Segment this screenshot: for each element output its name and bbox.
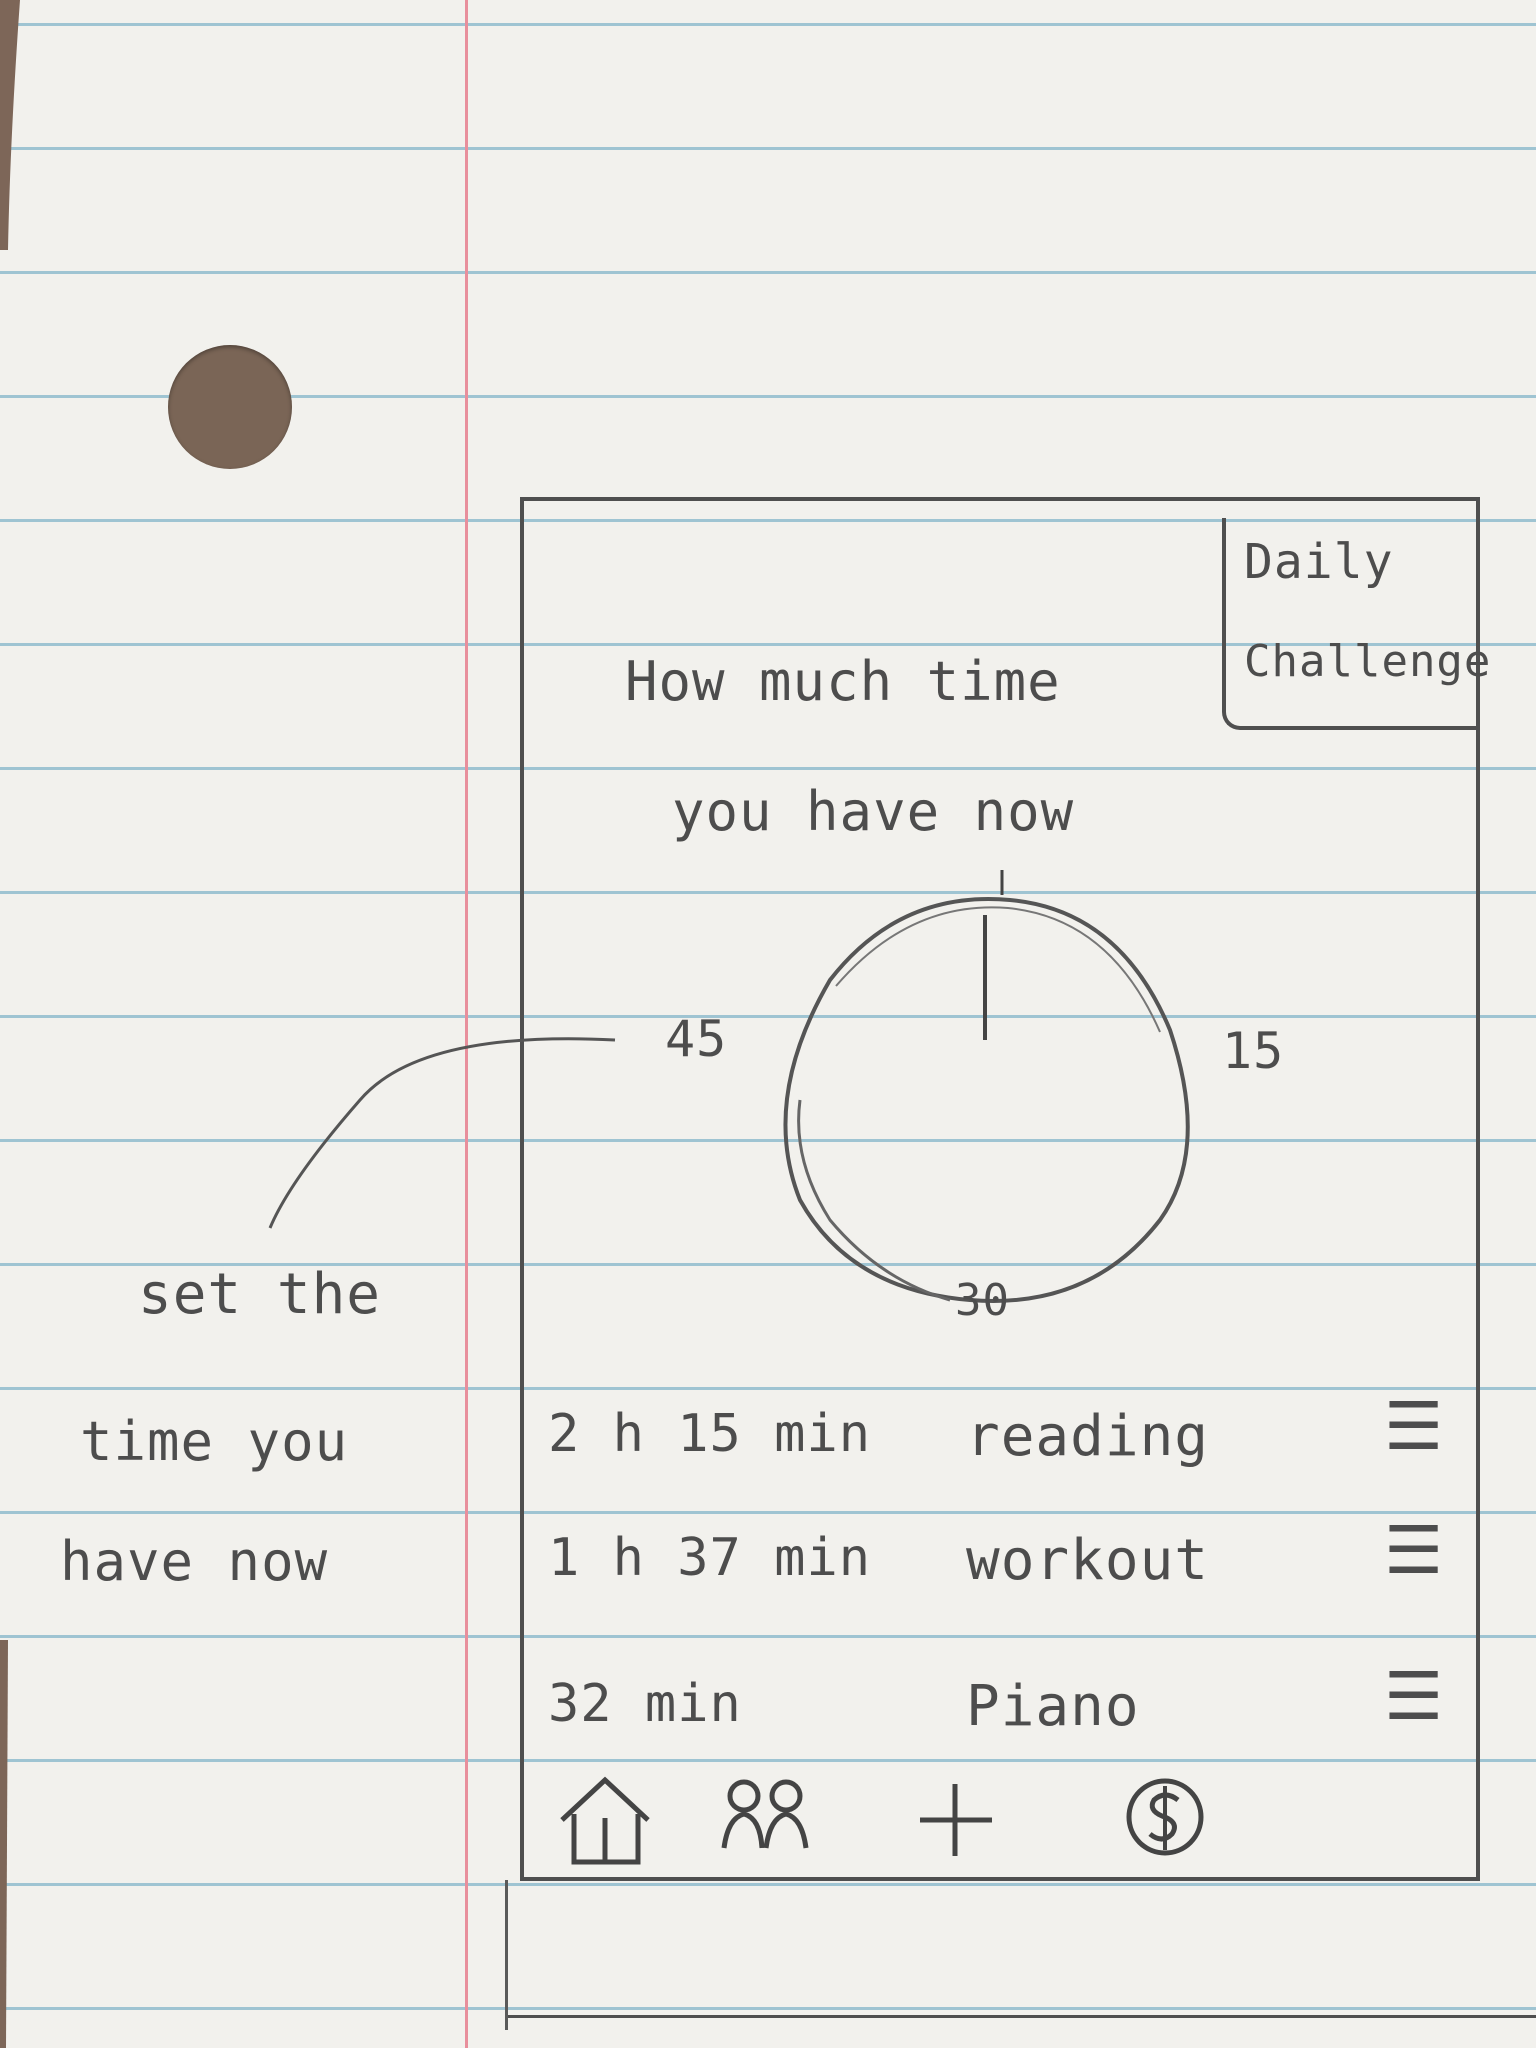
annotation-line3: have now bbox=[60, 1530, 329, 1593]
dial-label-30: 30 bbox=[955, 1275, 1010, 1326]
bottom-tab-bar bbox=[530, 1762, 1470, 1872]
frame-extension-line bbox=[505, 1880, 508, 2030]
drag-handle-icon[interactable]: ☰ bbox=[1384, 1664, 1444, 1730]
activity-row[interactable]: 32 min Piano ☰ bbox=[548, 1656, 1448, 1766]
activity-duration: 2 h 15 min bbox=[548, 1404, 872, 1464]
drag-handle-icon[interactable]: ☰ bbox=[1384, 1518, 1444, 1584]
annotation-line1: set the bbox=[138, 1262, 382, 1327]
question-title-line1: How much time bbox=[625, 650, 1061, 713]
activity-duration: 1 h 37 min bbox=[548, 1528, 872, 1588]
dollar-icon[interactable] bbox=[1110, 1762, 1220, 1872]
notebook-paper: Daily Challenge How much time you have n… bbox=[0, 0, 1536, 2048]
activity-duration: 32 min bbox=[548, 1674, 742, 1734]
annotation-line2: time you bbox=[80, 1410, 349, 1473]
activity-name: reading bbox=[966, 1404, 1210, 1469]
next-frame-top bbox=[508, 2015, 1536, 2018]
add-icon[interactable] bbox=[900, 1762, 1010, 1872]
daily-challenge-label-line2: Challenge bbox=[1244, 636, 1492, 687]
daily-challenge-button[interactable]: Daily Challenge bbox=[1222, 518, 1490, 730]
question-title-line2: you have now bbox=[672, 780, 1075, 843]
time-dial[interactable] bbox=[740, 860, 1200, 1320]
activity-row[interactable]: 1 h 37 min workout ☰ bbox=[548, 1510, 1448, 1620]
dial-label-15: 15 bbox=[1222, 1022, 1285, 1080]
people-icon[interactable] bbox=[710, 1762, 820, 1872]
drag-handle-icon[interactable]: ☰ bbox=[1384, 1394, 1444, 1460]
home-icon[interactable] bbox=[550, 1762, 660, 1872]
daily-challenge-label-line1: Daily bbox=[1244, 534, 1394, 590]
activity-name: workout bbox=[966, 1528, 1210, 1593]
activity-name: Piano bbox=[966, 1674, 1140, 1739]
margin-line bbox=[465, 0, 468, 2048]
dial-label-45: 45 bbox=[665, 1010, 728, 1068]
activity-row[interactable]: 2 h 15 min reading ☰ bbox=[548, 1386, 1448, 1496]
punch-hole bbox=[168, 345, 292, 469]
